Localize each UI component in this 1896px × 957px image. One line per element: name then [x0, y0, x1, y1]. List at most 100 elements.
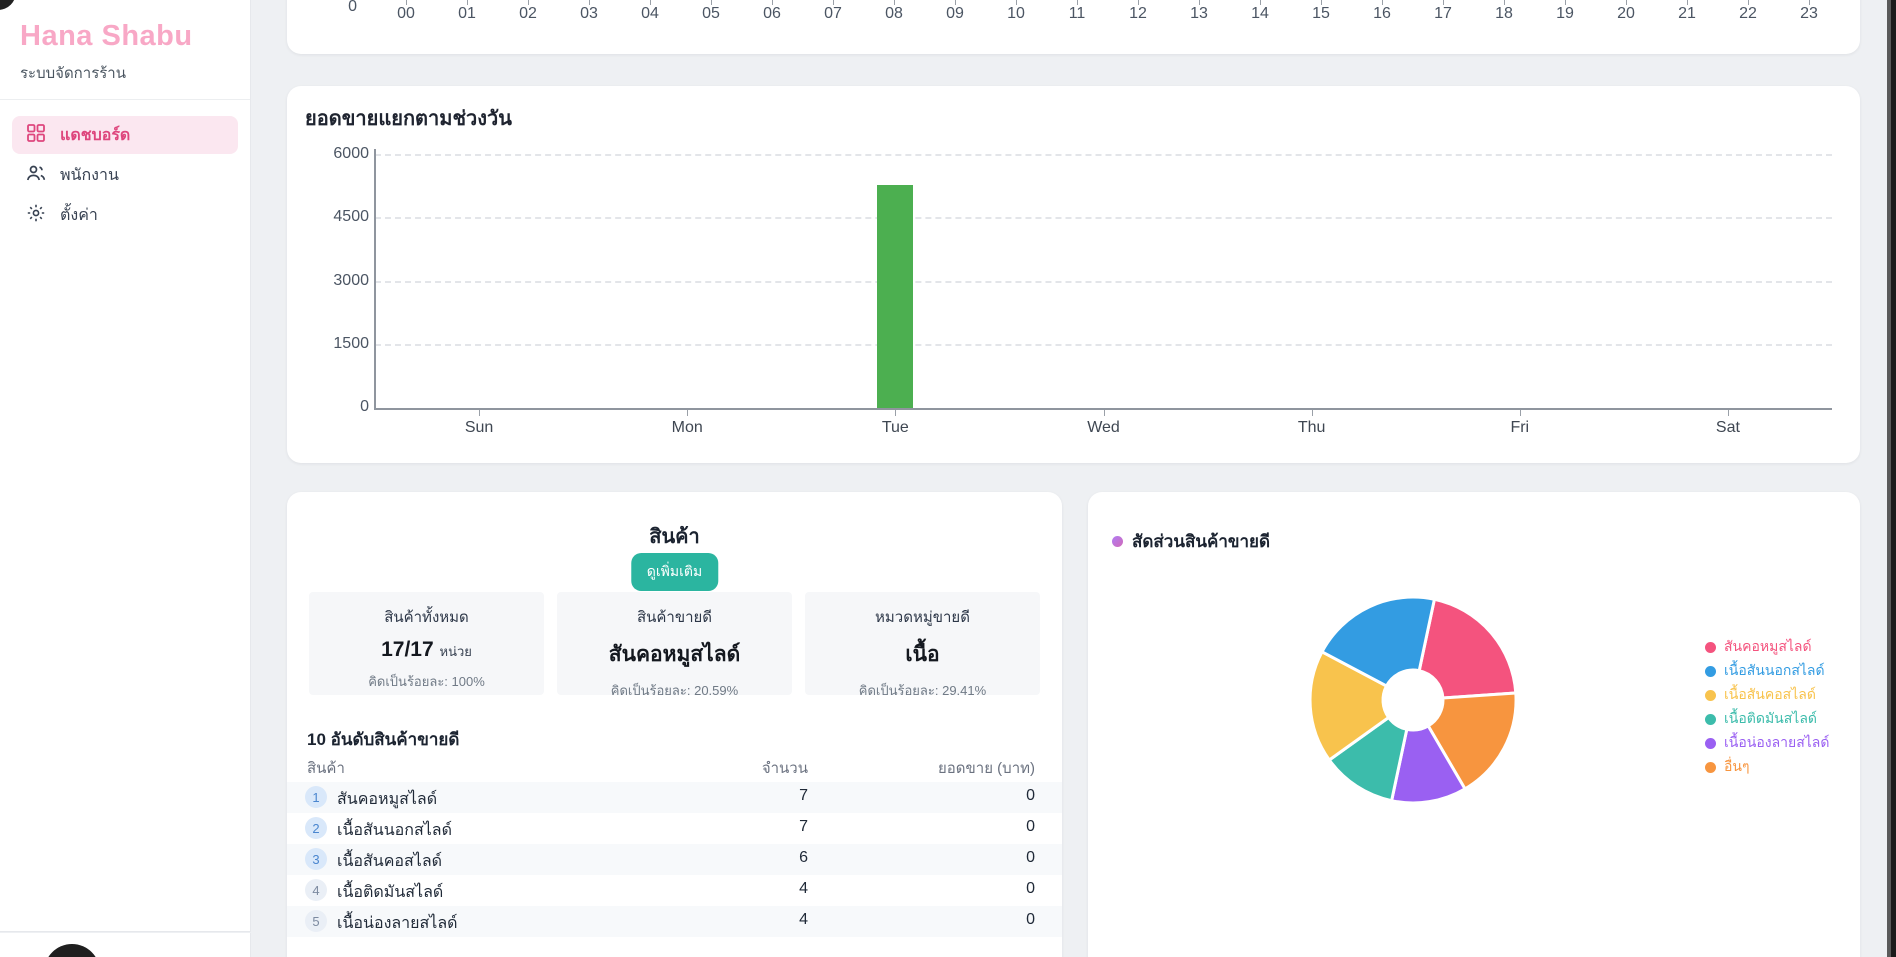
stat-value: สันคอหมูสไลด์: [557, 638, 792, 671]
product-sales: 0: [1026, 818, 1035, 836]
product-sales: 0: [1026, 849, 1035, 867]
y-tick-label: 6000: [307, 145, 369, 163]
legend-item[interactable]: สันคอหมูสไลด์: [1705, 635, 1829, 659]
bullet-dot-icon: [1112, 536, 1123, 547]
bar-chart-title: ยอดขายแยกตามช่วงวัน: [305, 102, 512, 134]
legend-dot-icon: [1705, 690, 1716, 701]
product-qty: 4: [799, 911, 808, 929]
sidebar-item-label: แดชบอร์ด: [60, 123, 130, 148]
x-tick-label: Wed: [1064, 419, 1144, 437]
hour-tick-label: 08: [872, 5, 916, 23]
hourly-sales-card-cutoff: 0 00 01 02 03 04 05 06 07 08 09 10 11 12…: [287, 0, 1860, 54]
x-tick: [1728, 410, 1729, 416]
x-tick: [687, 410, 688, 416]
product-name: สันคอหมูสไลด์: [337, 787, 437, 812]
stat-unit: หน่วย: [440, 644, 472, 659]
hour-tick-label: 05: [689, 5, 733, 23]
products-card-title: สินค้า: [287, 520, 1062, 552]
legend-label: สันคอหมูสไลด์: [1724, 636, 1812, 658]
stat-label: สินค้าขายดี: [557, 605, 792, 629]
gridline: [375, 281, 1832, 283]
product-name: เนื้อน่องลายสไลด์: [337, 911, 458, 936]
product-qty: 7: [799, 818, 808, 836]
see-more-button[interactable]: ดูเพิ่มเติม: [631, 553, 718, 591]
table-row[interactable]: 5 เนื้อน่องลายสไลด์ 4 0: [287, 906, 1062, 937]
x-tick-label: Sat: [1688, 419, 1768, 437]
gridline: [375, 154, 1832, 156]
rank-badge: 4: [305, 879, 327, 901]
hour-tick-label: 18: [1482, 5, 1526, 23]
hour-tick-label: 21: [1665, 5, 1709, 23]
donut-legend: สันคอหมูสไลด์ เนื้อสันนอกสไลด์ เนื้อสันค…: [1705, 635, 1829, 779]
top-sellers-table-header: สินค้า จำนวน ยอดขาย (บาท): [287, 756, 1062, 778]
legend-dot-icon: [1705, 714, 1716, 725]
product-qty: 6: [799, 849, 808, 867]
stat-label: หมวดหมู่ขายดี: [805, 605, 1040, 629]
donut-chart: [1293, 580, 1533, 820]
hour-tick-label: 22: [1726, 5, 1770, 23]
sidebar: Hana Shabu ระบบจัดการร้าน แดชบอร์ด: [0, 0, 251, 932]
table-row[interactable]: 4 เนื้อติดมันสไลด์ 4 0: [287, 875, 1062, 906]
brand-subtitle: ระบบจัดการร้าน: [20, 61, 230, 85]
sidebar-item-label: พนักงาน: [60, 163, 119, 188]
table-row[interactable]: 2 เนื้อสันนอกสไลด์ 7 0: [287, 813, 1062, 844]
column-sales: ยอดขาย (บาท): [938, 756, 1035, 780]
hour-tick-label: 17: [1421, 5, 1465, 23]
x-tick-label: Mon: [647, 419, 727, 437]
sidebar-item-dashboard[interactable]: แดชบอร์ด: [12, 116, 238, 154]
legend-dot-icon: [1705, 762, 1716, 773]
rank-badge: 2: [305, 817, 327, 839]
x-tick-label: Sun: [439, 419, 519, 437]
table-row[interactable]: 3 เนื้อสันคอสไลด์ 6 0: [287, 844, 1062, 875]
hour-tick-label: 00: [384, 5, 428, 23]
hour-tick-label: 23: [1787, 5, 1831, 23]
gear-icon: [26, 203, 46, 228]
sidebar-item-label: ตั้งค่า: [60, 203, 98, 228]
x-tick: [1312, 410, 1313, 416]
product-name: เนื้อสันคอสไลด์: [337, 849, 442, 874]
stat-label: สินค้าทั้งหมด: [309, 605, 544, 629]
legend-item[interactable]: เนื้อน่องลายสไลด์: [1705, 731, 1829, 755]
product-name: เนื้อสันนอกสไลด์: [337, 818, 452, 843]
stat-value: 17/17 หน่วย: [309, 638, 544, 662]
legend-label: เนื้อสันนอกสไลด์: [1724, 660, 1825, 682]
legend-item[interactable]: เนื้อสันนอกสไลด์: [1705, 659, 1829, 683]
product-stats-row: สินค้าทั้งหมด 17/17 หน่วย คิดเป็นร้อยละ:…: [309, 592, 1040, 695]
brand-title: Hana Shabu: [20, 20, 230, 53]
sidebar-item-staff[interactable]: พนักงาน: [12, 156, 238, 194]
hour-tick-label: 14: [1238, 5, 1282, 23]
stat-note: คิดเป็นร้อยละ: 100%: [309, 671, 544, 692]
legend-item[interactable]: อื่นๆ: [1705, 755, 1829, 779]
stat-value: เนื้อ: [805, 638, 1040, 671]
product-qty: 7: [799, 787, 808, 805]
table-row[interactable]: 1 สันคอหมูสไลด์ 7 0: [287, 782, 1062, 813]
bar-tue[interactable]: [877, 185, 913, 408]
rank-badge: 1: [305, 786, 327, 808]
weekday-sales-card: ยอดขายแยกตามช่วงวัน 01500300045006000 Su…: [287, 86, 1860, 463]
x-tick: [1104, 410, 1105, 416]
legend-label: เนื้อติดมันสไลด์: [1724, 708, 1817, 730]
product-sales: 0: [1026, 911, 1035, 929]
legend-item[interactable]: เนื้อสันคอสไลด์: [1705, 683, 1829, 707]
legend-dot-icon: [1705, 642, 1716, 653]
sidebar-footer: [0, 933, 251, 957]
x-tick-label: Thu: [1272, 419, 1352, 437]
legend-dot-icon: [1705, 738, 1716, 749]
product-sales: 0: [1026, 880, 1035, 898]
sidebar-item-settings[interactable]: ตั้งค่า: [12, 196, 238, 234]
product-sales: 0: [1026, 787, 1035, 805]
legend-label: อื่นๆ: [1724, 756, 1750, 778]
hour-tick-label: 16: [1360, 5, 1404, 23]
x-tick: [1520, 410, 1521, 416]
donut-slice[interactable]: [1419, 599, 1516, 698]
gridline: [375, 217, 1832, 219]
hour-tick-label: 19: [1543, 5, 1587, 23]
top-sellers-heading: 10 อันดับสินค้าขายดี: [307, 726, 459, 753]
legend-item[interactable]: เนื้อติดมันสไลด์: [1705, 707, 1829, 731]
hour-tick-label: 06: [750, 5, 794, 23]
share-card: สัดส่วนสินค้าขายดี สันคอหมูสไลด์ เนื้อสั…: [1088, 492, 1860, 957]
legend-label: เนื้อน่องลายสไลด์: [1724, 732, 1829, 754]
product-qty: 4: [799, 880, 808, 898]
share-card-header: สัดส่วนสินค้าขายดี: [1112, 528, 1270, 555]
hour-tick-label: 20: [1604, 5, 1648, 23]
